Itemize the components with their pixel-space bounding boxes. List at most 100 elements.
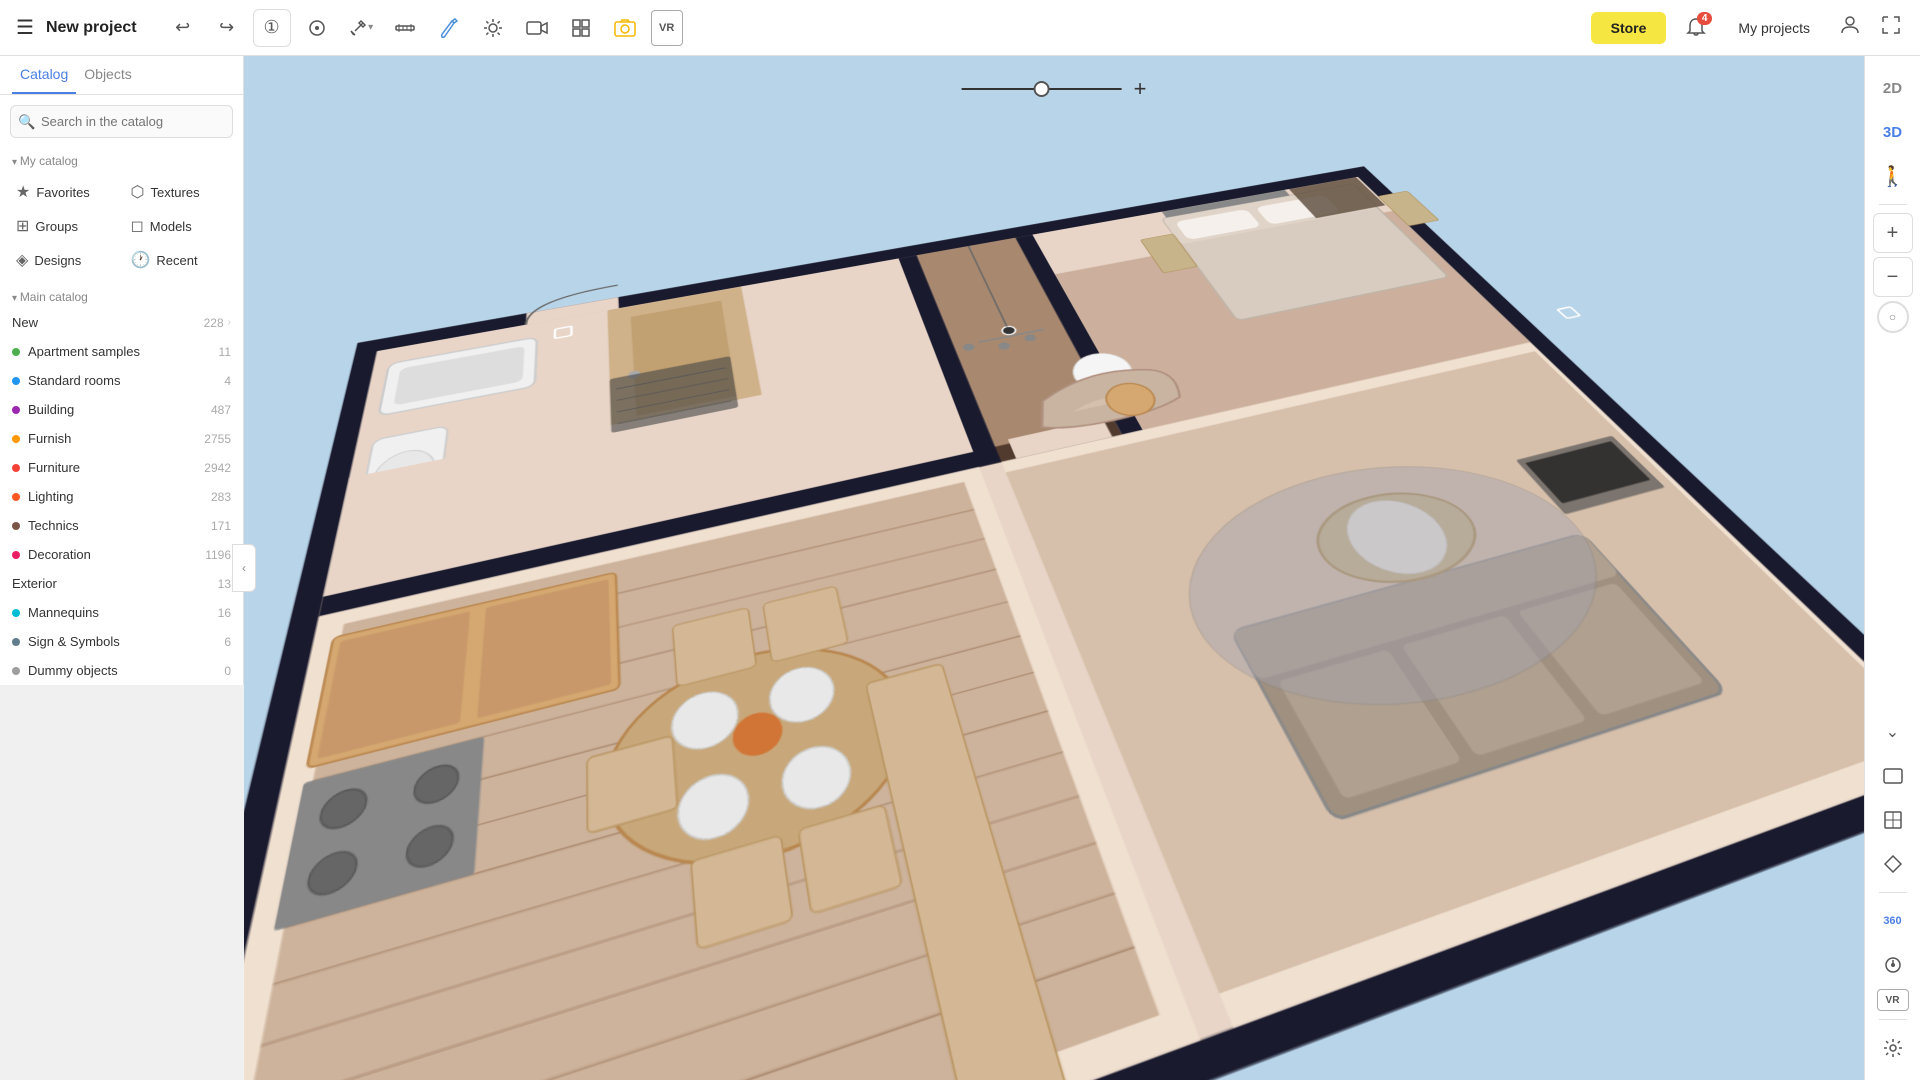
measure-button[interactable] [387, 10, 423, 46]
right-sidebar: 2D 3D 🚶 + − ○ ⌄ 360 VR [1864, 56, 1920, 1080]
catalog-designs[interactable]: ◈ Designs [8, 244, 121, 276]
notification-button[interactable]: 4 [1678, 10, 1714, 46]
catalog-item-building[interactable]: Building 487 [0, 395, 243, 424]
my-catalog-grid: ★ Favorites ⬡ Textures ⊞ Groups ◻ Models… [0, 172, 243, 284]
tab-catalog[interactable]: Catalog [12, 56, 76, 94]
catalog-item-lighting[interactable]: Lighting 283 [0, 482, 243, 511]
sun-button[interactable] [475, 10, 511, 46]
dot-icon [12, 667, 20, 675]
textures-icon: ⬡ [131, 182, 145, 202]
item-count: 283 [211, 490, 231, 504]
vr-view-button[interactable]: VR [1877, 989, 1909, 1011]
item-label: Exterior [12, 576, 57, 591]
groups-icon: ⊞ [16, 216, 29, 236]
catalog-item-signs[interactable]: Sign & Symbols 6 [0, 627, 243, 656]
search-icon: 🔍 [18, 113, 35, 130]
main-layout: Catalog Objects 🔍 My catalog ★ Favorites… [0, 56, 1920, 1080]
view-2d-button[interactable]: 2D [1873, 68, 1913, 108]
my-catalog-label: My catalog [0, 148, 243, 172]
catalog-recent[interactable]: 🕐 Recent [123, 244, 236, 276]
models-icon: ◻ [131, 216, 144, 236]
view-toggle-button[interactable] [299, 10, 335, 46]
app-title: New project [46, 19, 137, 37]
toolbar-left: ↩ ↪ ① ▾ VR [165, 9, 683, 47]
search-input[interactable] [10, 105, 233, 138]
item-count: 2755 [204, 432, 231, 446]
store-button[interactable]: Store [1591, 12, 1667, 44]
item-count: 0 [224, 664, 231, 678]
layout-view-button[interactable] [1873, 800, 1913, 840]
item-label: Furniture [28, 460, 80, 475]
fullscreen-button[interactable] [1878, 12, 1904, 43]
redo-button[interactable]: ↪ [209, 10, 245, 46]
photo-button[interactable] [607, 10, 643, 46]
item-count: 4 [224, 374, 231, 388]
my-projects-button[interactable]: My projects [1726, 14, 1822, 42]
catalog-list: New 228 › Apartment samples 11 Standard … [0, 308, 243, 685]
right-bottom-tools: ⌄ 360 VR [1873, 712, 1913, 1068]
recent-label: Recent [156, 253, 197, 268]
expand-down-button[interactable]: ⌄ [1873, 712, 1913, 752]
undo-button[interactable]: ↩ [165, 10, 201, 46]
dot-icon [12, 551, 20, 559]
catalog-item-exterior[interactable]: Exterior 13 [0, 569, 243, 598]
dot-icon [12, 406, 20, 414]
divider3 [1879, 1019, 1907, 1020]
catalog-groups[interactable]: ⊞ Groups [8, 210, 121, 242]
camera-video-button[interactable] [519, 10, 555, 46]
settings-button[interactable] [1873, 1028, 1913, 1068]
catalog-item-furnish[interactable]: Furnish 2755 [0, 424, 243, 453]
item-label: Building [28, 402, 74, 417]
item-count: 171 [211, 519, 231, 533]
textures-label: Textures [150, 185, 199, 200]
catalog-item-furniture[interactable]: Furniture 2942 [0, 453, 243, 482]
item-label: Technics [28, 518, 79, 533]
layout-button[interactable] [563, 10, 599, 46]
favorites-label: Favorites [36, 185, 89, 200]
sidebar-collapse-button[interactable]: ‹ [232, 544, 256, 592]
vr-button[interactable]: VR [651, 10, 683, 46]
catalog-item-mannequins[interactable]: Mannequins 16 [0, 598, 243, 627]
item-label: Furnish [28, 431, 71, 446]
item-label: Decoration [28, 547, 91, 562]
zoom-in-button[interactable]: + [1873, 213, 1913, 253]
tab-objects[interactable]: Objects [76, 56, 139, 94]
catalog-item-rooms[interactable]: Standard rooms 4 [0, 366, 243, 395]
paint-button[interactable] [431, 10, 467, 46]
rect-view-button[interactable] [1873, 756, 1913, 796]
canvas-area[interactable]: + [244, 56, 1864, 1080]
catalog-item-apartment[interactable]: Apartment samples 11 [0, 337, 243, 366]
orbit-button[interactable]: ○ [1877, 301, 1909, 333]
sidebar-tabs: Catalog Objects [0, 56, 243, 95]
catalog-textures[interactable]: ⬡ Textures [123, 176, 236, 208]
360-button[interactable]: 360 [1873, 901, 1913, 941]
item-count: 6 [224, 635, 231, 649]
menu-icon[interactable]: ☰ [16, 15, 34, 40]
view-3d-button[interactable]: 3D [1873, 112, 1913, 152]
zoom-out-button[interactable]: − [1873, 257, 1913, 297]
item-count: 2942 [204, 461, 231, 475]
catalog-favorites[interactable]: ★ Favorites [8, 176, 121, 208]
step-button[interactable]: ① [254, 10, 290, 46]
catalog-item-new[interactable]: New 228 › [0, 308, 243, 337]
item-count: 16 [218, 606, 231, 620]
user-icon[interactable] [1834, 9, 1866, 47]
sidebar-wrapper: Catalog Objects 🔍 My catalog ★ Favorites… [0, 56, 244, 1080]
item-label: New [12, 315, 38, 330]
clock-view-button[interactable] [1873, 945, 1913, 985]
catalog-item-technics[interactable]: Technics 171 [0, 511, 243, 540]
item-count: 487 [211, 403, 231, 417]
view-divider [1879, 204, 1907, 205]
dot-icon [12, 377, 20, 385]
catalog-item-decoration[interactable]: Decoration 1196 [0, 540, 243, 569]
item-count: 1196 [205, 548, 231, 562]
catalog-item-dummy[interactable]: Dummy objects 0 [0, 656, 243, 685]
tools-dropdown-button[interactable]: ▾ [343, 10, 379, 46]
walk-mode-button[interactable]: 🚶 [1873, 156, 1913, 196]
search-box: 🔍 [10, 105, 233, 138]
item-count: 11 [219, 345, 231, 359]
dot-icon [12, 522, 20, 530]
catalog-models[interactable]: ◻ Models [123, 210, 236, 242]
favorites-icon: ★ [16, 182, 30, 202]
diamond-view-button[interactable] [1873, 844, 1913, 884]
